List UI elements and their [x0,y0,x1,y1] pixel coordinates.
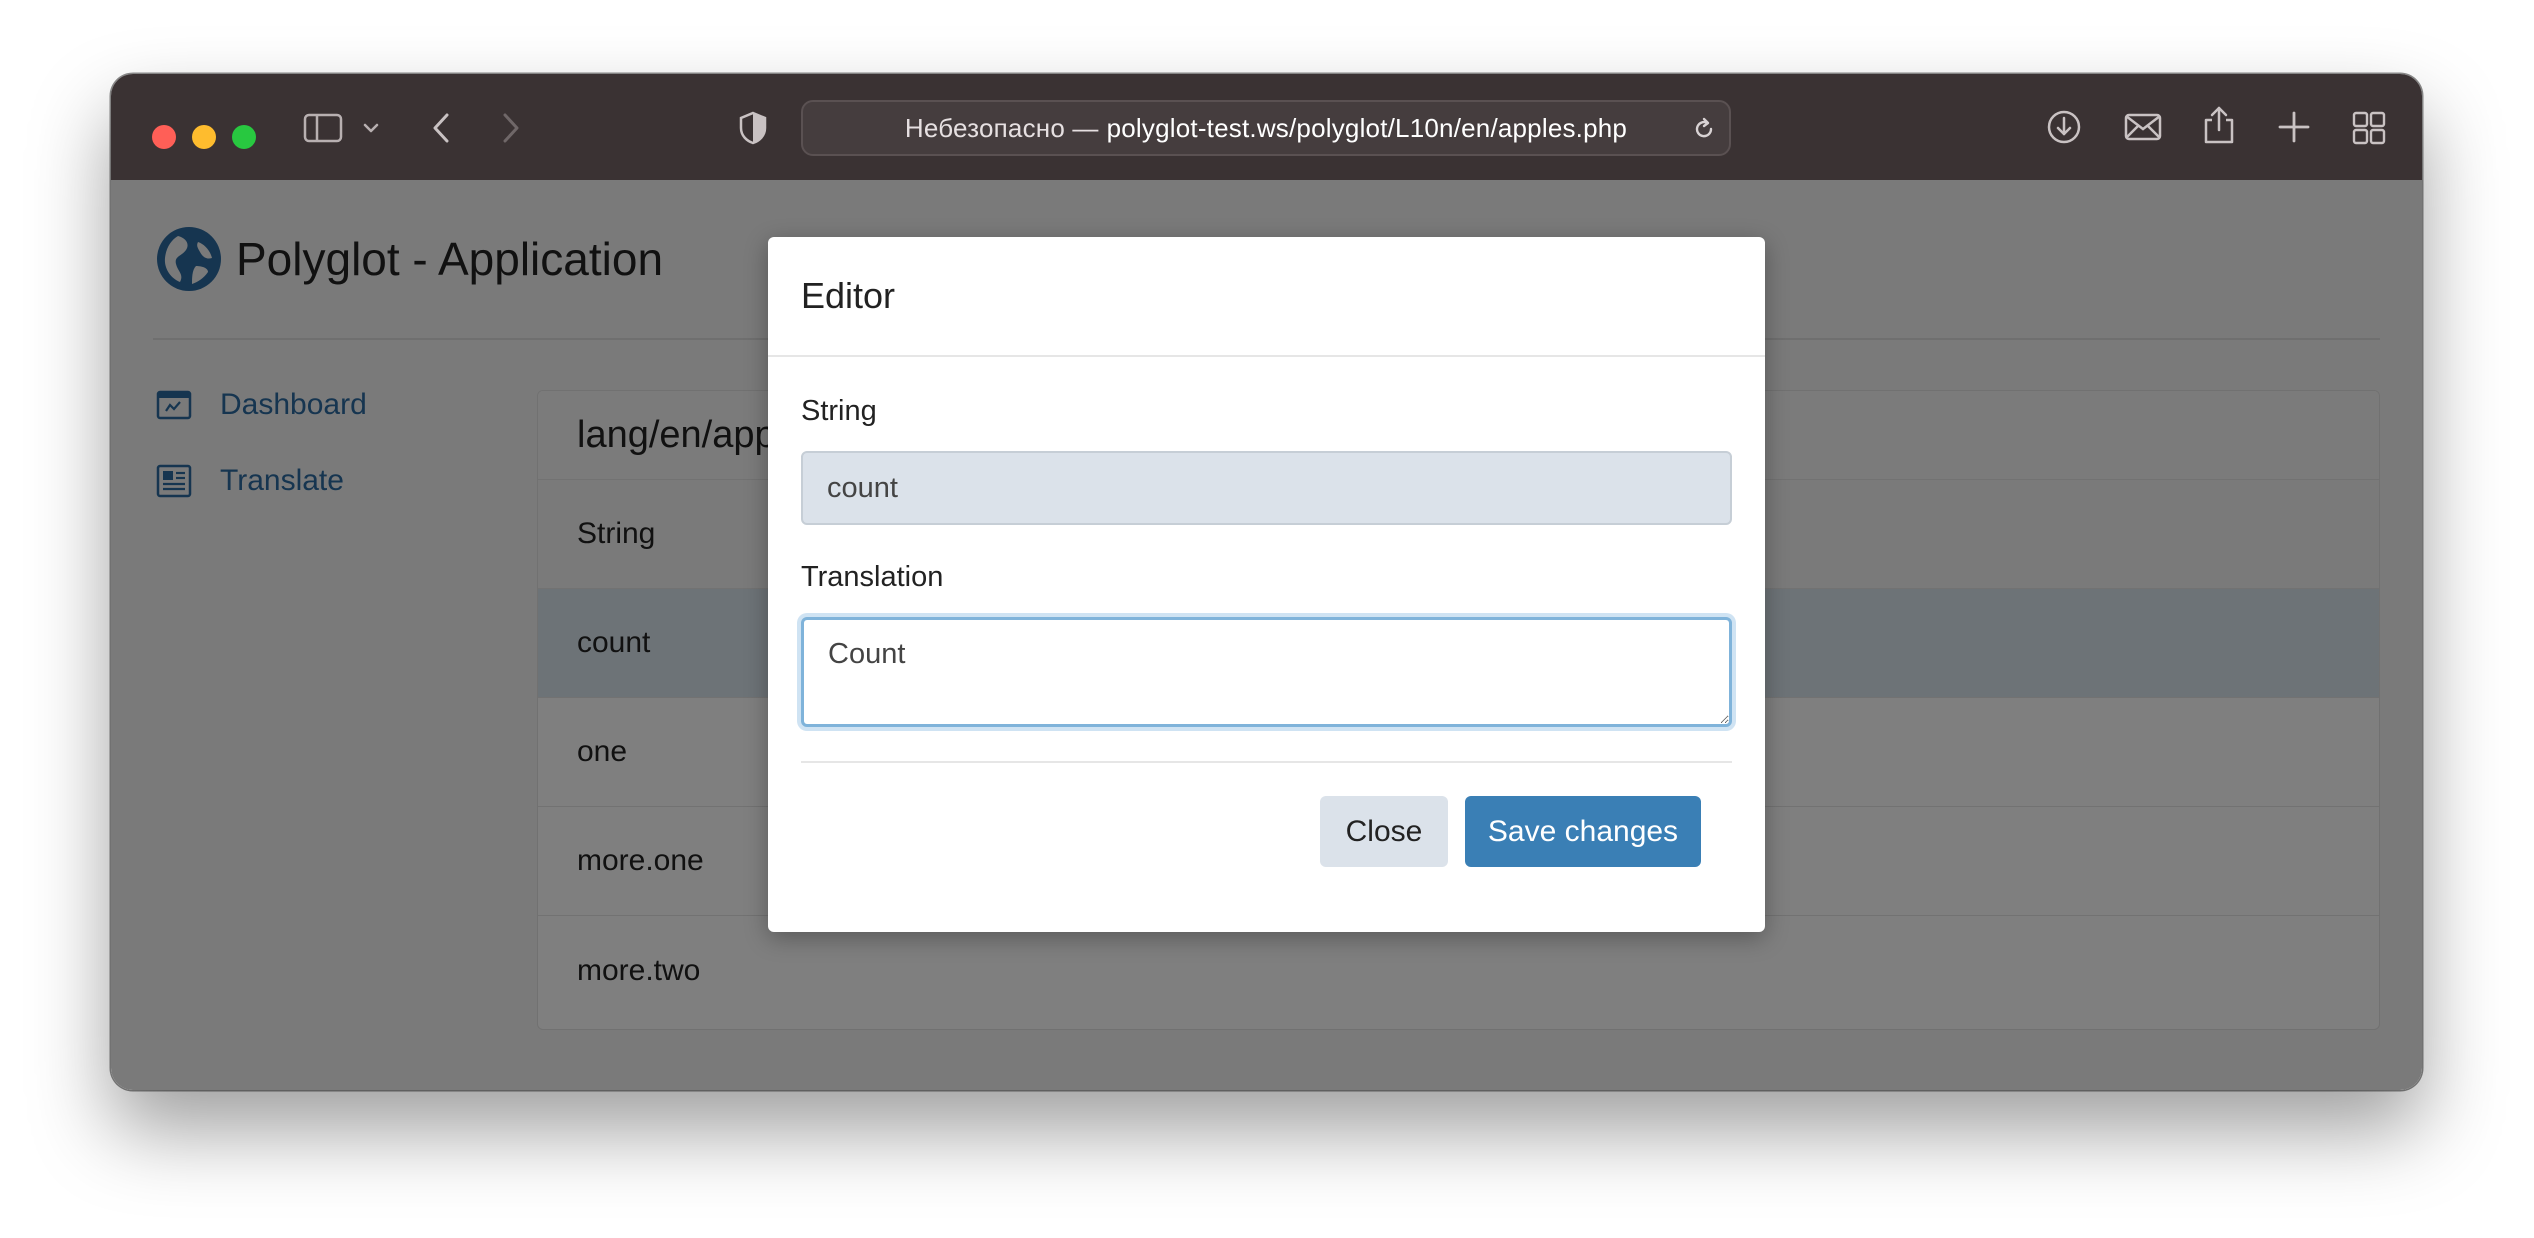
translation-label: Translation [801,561,944,593]
string-input[interactable] [801,451,1732,525]
download-icon[interactable] [2045,108,2083,146]
close-button[interactable]: Close [1320,796,1448,867]
string-label: String [801,395,877,427]
zoom-window-button[interactable] [232,125,256,149]
minimize-window-button[interactable] [192,125,216,149]
chevron-down-icon[interactable] [361,118,381,138]
forward-arrow-icon[interactable] [499,110,523,146]
share-icon[interactable] [2202,104,2236,146]
reload-icon[interactable] [1691,116,1717,142]
save-changes-button[interactable]: Save changes [1465,796,1701,867]
address-bar[interactable]: Небезопасно — polyglot-test.ws/polyglot/… [801,100,1731,156]
modal-header: Editor [768,237,1765,357]
tab-overview-icon[interactable] [2351,110,2387,146]
url-security-label: Небезопасно — [904,112,1099,143]
modal-divider [801,761,1732,763]
translation-textarea[interactable]: Count [801,617,1732,727]
new-tab-icon[interactable] [2277,110,2311,144]
back-arrow-icon[interactable] [429,110,453,146]
close-window-button[interactable] [152,125,176,149]
editor-modal: Editor String Translation Count Close Sa… [768,237,1765,932]
mail-icon[interactable] [2123,112,2163,142]
sidebar-toggle-icon[interactable] [303,112,343,144]
modal-title: Editor [801,275,896,316]
browser-window: Небезопасно — polyglot-test.ws/polyglot/… [111,74,2422,1090]
browser-titlebar: Небезопасно — polyglot-test.ws/polyglot/… [111,74,2422,182]
url-text: polyglot-test.ws/polyglot/L10n/en/apples… [1106,112,1628,143]
privacy-shield-icon[interactable] [738,110,768,146]
